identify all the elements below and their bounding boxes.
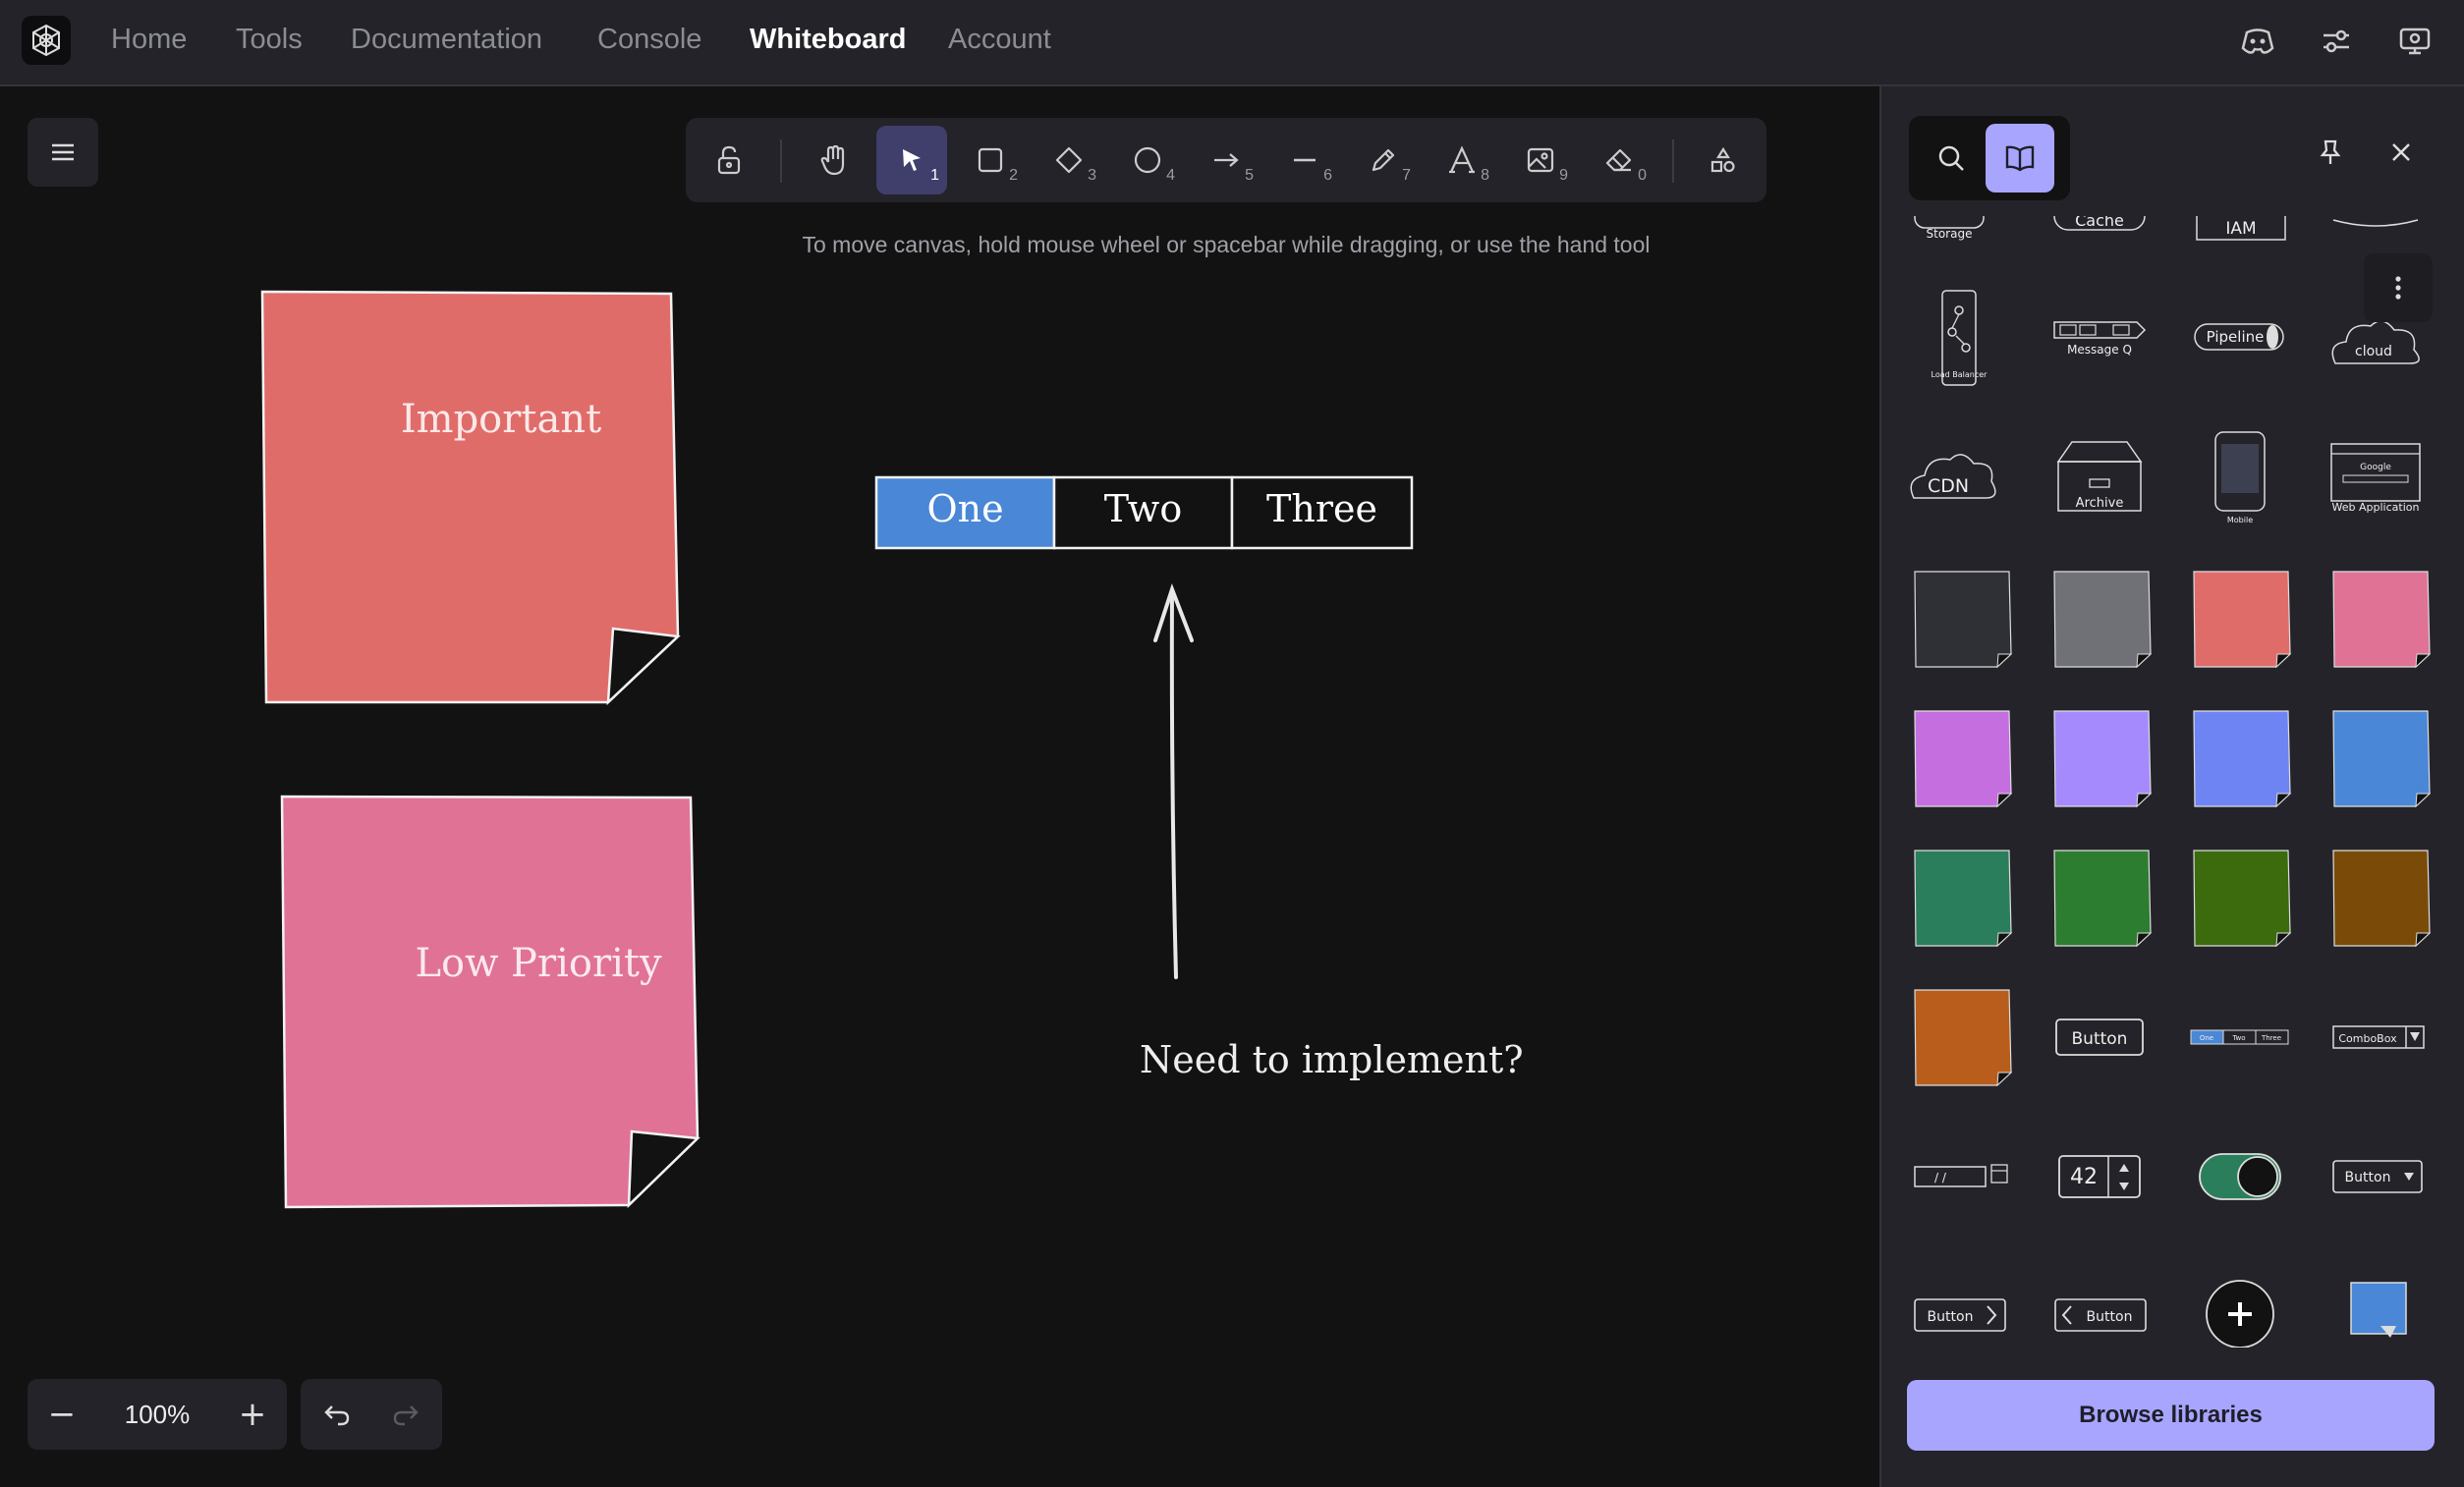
library-label-button-next: Button	[1928, 1309, 1974, 1325]
library-item-cache[interactable]: Cache	[2053, 216, 2146, 231]
library-sticky-note[interactable]	[1914, 850, 2013, 948]
library-sticky-note[interactable]	[1914, 710, 2013, 808]
redo-button[interactable]	[371, 1379, 440, 1450]
library-sticky-note[interactable]	[2053, 571, 2153, 669]
zoom-out-button[interactable]: −	[28, 1379, 96, 1450]
close-panel-button[interactable]	[2367, 118, 2436, 187]
library-sticky-note[interactable]	[2193, 710, 2292, 808]
library-label-button-back: Button	[2087, 1309, 2133, 1325]
library-label-button: Button	[2072, 1029, 2128, 1049]
undo-button[interactable]	[303, 1379, 371, 1450]
library-item-mobile[interactable]: Mobile	[2214, 431, 2266, 524]
library-sticky-note[interactable]	[2193, 850, 2292, 948]
library-item-web-application[interactable]: Google Web Application	[2330, 443, 2421, 514]
zoom-level[interactable]: 100%	[96, 1379, 218, 1450]
sliders-icon[interactable]	[2317, 22, 2356, 61]
library-label-stepper: 42	[2070, 1165, 2098, 1189]
canvas-drawing	[260, 290, 1414, 1209]
sticky-note-important[interactable]	[260, 290, 681, 706]
undo-icon	[324, 1405, 350, 1426]
pin-button[interactable]	[2296, 118, 2365, 187]
zoom-controls: − 100% +	[28, 1379, 287, 1450]
canvas-note-text[interactable]: Need to implement?	[1140, 1038, 1533, 1081]
library-item-combobox[interactable]: ComboBox	[2332, 1025, 2425, 1049]
browse-libraries-button[interactable]: Browse libraries	[1907, 1380, 2435, 1451]
up-arrow-shape[interactable]	[1153, 583, 1194, 979]
library-item-button-back[interactable]: Button	[2054, 1298, 2147, 1332]
library-item-partial[interactable]	[2332, 219, 2419, 227]
library-label-tab-one: One	[2200, 1034, 2213, 1042]
library-label-button-dropdown: Button	[2345, 1170, 2391, 1185]
library-item-button-next[interactable]: Button	[1914, 1298, 2006, 1332]
library-item-sticky-tooltip[interactable]	[2350, 1282, 2407, 1338]
library-label-tab-three: Three	[2261, 1034, 2281, 1042]
library-tab[interactable]	[1986, 124, 2054, 193]
library-label-date: / /	[1934, 1171, 1947, 1184]
library-label-archive: Archive	[2076, 496, 2124, 511]
library-item-storage[interactable]: Storage	[1914, 216, 1985, 241]
library-sticky-note[interactable]	[2332, 710, 2432, 808]
sticky-color-grid	[1914, 571, 2432, 1087]
library-item-load-balancer[interactable]: Load Balancer	[1932, 290, 1988, 386]
pin-icon	[2320, 139, 2341, 164]
history-controls	[301, 1379, 442, 1450]
tab-one[interactable]: One	[876, 487, 1054, 530]
library-item-toggle[interactable]	[2199, 1153, 2281, 1200]
library-more-button[interactable]	[2364, 253, 2433, 322]
library-grid: Storage Cache IAM Load Balancer Message …	[1910, 216, 2432, 1348]
library-sticky-note[interactable]	[1914, 571, 2013, 669]
library-item-message-queue[interactable]: Message Q	[2053, 321, 2147, 357]
library-label-tab-two: Two	[2231, 1034, 2245, 1042]
library-label-iam: IAM	[2225, 219, 2256, 239]
library-sticky-note[interactable]	[2053, 710, 2153, 808]
library-item-dropdown-button[interactable]: Button	[2332, 1160, 2423, 1193]
redo-icon	[393, 1405, 419, 1426]
sticky-label-low-priority: Low Priority	[415, 941, 662, 986]
library-label-mobile: Mobile	[2227, 516, 2253, 524]
library-sticky-note[interactable]	[2332, 850, 2432, 948]
library-item-button[interactable]: Button	[2055, 1019, 2144, 1056]
more-vertical-icon	[2395, 276, 2401, 300]
library-item-fab[interactable]	[2206, 1280, 2274, 1348]
library-item-tabs[interactable]: One Two Three	[2190, 1029, 2289, 1045]
library-item-archive[interactable]: Archive	[2056, 441, 2143, 512]
library-label-pipeline: Pipeline	[2207, 328, 2265, 346]
discord-icon[interactable]	[2238, 22, 2277, 61]
library-sticky-note[interactable]	[2053, 850, 2153, 948]
library-item-number-stepper[interactable]: 42	[2058, 1155, 2141, 1198]
library-label-combobox: ComboBox	[2338, 1032, 2397, 1045]
library-label-storage: Storage	[1927, 227, 1973, 241]
library-sticky-note[interactable]	[2332, 571, 2432, 669]
book-icon	[2005, 145, 2035, 172]
library-label-load-balancer: Load Balancer	[1932, 370, 1988, 379]
close-icon	[2392, 143, 2410, 161]
tab-three[interactable]: Three	[1232, 487, 1412, 530]
library-sticky-note[interactable]	[2193, 571, 2292, 669]
search-icon	[1938, 145, 1964, 171]
library-label-cache: Cache	[2075, 216, 2124, 230]
tab-two[interactable]: Two	[1054, 487, 1232, 530]
library-item-pipeline[interactable]: Pipeline	[2194, 323, 2284, 351]
library-label-message-queue: Message Q	[2067, 343, 2132, 357]
library-label-google: Google	[2360, 463, 2391, 472]
sticky-note-low-priority[interactable]	[280, 795, 700, 1209]
library-item-cdn[interactable]: CDN	[1910, 454, 1996, 499]
monitor-icon[interactable]	[2395, 22, 2435, 61]
library-label-web-app: Web Application	[2332, 501, 2420, 514]
library-label-cdn: CDN	[1928, 475, 1969, 497]
library-item-cloud[interactable]: cloud	[2331, 320, 2420, 364]
library-sticky-note[interactable]	[1914, 989, 2013, 1087]
library-label-cloud: cloud	[2355, 344, 2392, 359]
library-item-iam[interactable]: IAM	[2196, 216, 2286, 241]
zoom-in-button[interactable]: +	[218, 1379, 287, 1450]
sticky-label-important: Important	[400, 397, 602, 442]
search-tab[interactable]	[1917, 124, 1986, 193]
library-item-date-picker[interactable]: / /	[1914, 1164, 2008, 1187]
